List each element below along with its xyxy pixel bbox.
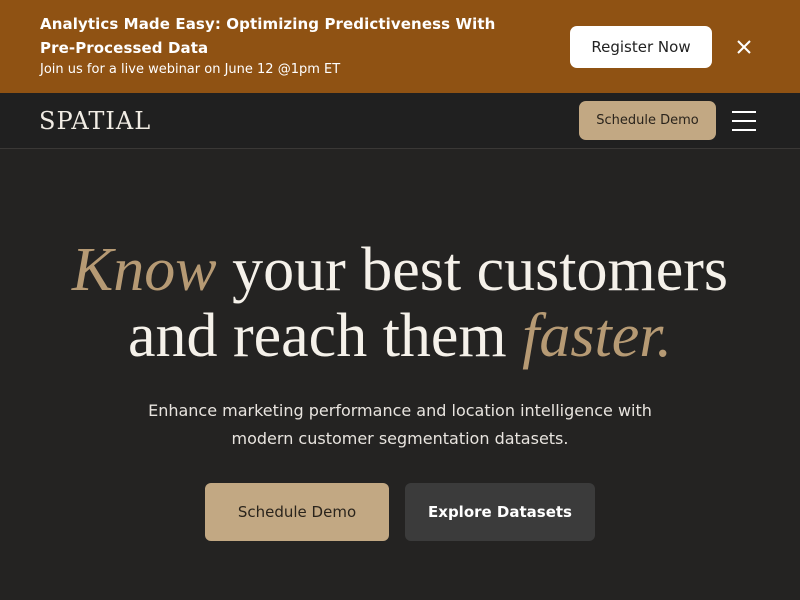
announcement-banner: Analytics Made Easy: Optimizing Predicti…	[0, 0, 800, 93]
headline-word-know: Know	[71, 236, 217, 304]
schedule-demo-nav-button[interactable]: Schedule Demo	[579, 101, 716, 140]
banner-title: Analytics Made Easy: Optimizing Predicti…	[40, 15, 496, 57]
hero-headline: Know your best customers and reach them …	[0, 237, 800, 369]
close-icon[interactable]	[733, 36, 755, 58]
hero-section: Know your best customers and reach them …	[0, 149, 800, 600]
banner-subtitle: Join us for a live webinar on June 12 @1…	[40, 62, 341, 77]
schedule-demo-button[interactable]: Schedule Demo	[205, 483, 389, 541]
hero-subcopy: Enhance marketing performance and locati…	[148, 401, 652, 448]
headline-word-faster: faster.	[522, 302, 673, 370]
logo[interactable]: SPATIAL	[39, 107, 151, 135]
top-nav: SPATIAL Schedule Demo	[0, 93, 800, 149]
explore-datasets-button[interactable]: Explore Datasets	[405, 483, 595, 541]
register-now-button[interactable]: Register Now	[570, 26, 712, 68]
headline-line2: and reach them	[127, 302, 507, 370]
headline-middle: your best customers	[232, 236, 729, 304]
menu-icon[interactable]	[732, 111, 756, 131]
